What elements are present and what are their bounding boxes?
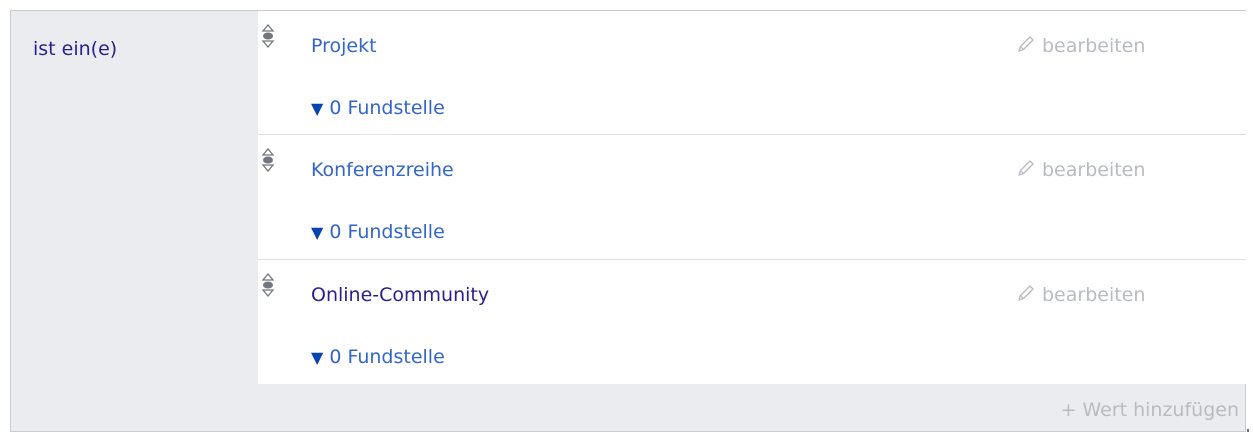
- normal-rank-icon[interactable]: [261, 24, 275, 48]
- statement-group-instance-of: ist ein(e) Projekt bearbeiten ▼ 0 Fundste…: [10, 10, 1246, 432]
- edit-button[interactable]: bearbeiten: [1016, 158, 1145, 182]
- property-label: ist ein(e): [33, 38, 118, 60]
- references-count-label: 0 Fundstelle: [329, 97, 445, 119]
- pencil-icon: [1018, 160, 1034, 176]
- resize-marker: [1247, 429, 1249, 432]
- expand-triangle-icon: ▼: [311, 223, 324, 242]
- edit-button[interactable]: bearbeiten: [1016, 283, 1145, 307]
- expand-triangle-icon: ▼: [311, 99, 324, 118]
- edit-label: bearbeiten: [1042, 159, 1146, 181]
- references-count-label: 0 Fundstelle: [329, 346, 445, 368]
- edit-label: bearbeiten: [1042, 35, 1146, 57]
- references-toggle[interactable]: ▼ 0 Fundstelle: [311, 96, 445, 121]
- statement-value-link[interactable]: Konferenzreihe: [311, 158, 454, 182]
- normal-rank-icon[interactable]: [261, 273, 275, 297]
- edit-button[interactable]: bearbeiten: [1016, 34, 1145, 58]
- expand-triangle-icon: ▼: [311, 348, 324, 367]
- statement-item: Online-Community bearbeiten ▼ 0 Fundstell…: [258, 260, 1246, 384]
- statement-item: Projekt bearbeiten ▼ 0 Fundstelle: [258, 11, 1246, 135]
- references-toggle[interactable]: ▼ 0 Fundstelle: [311, 220, 445, 245]
- edit-label: bearbeiten: [1042, 284, 1146, 306]
- add-value-button[interactable]: + Wert hinzufügen: [1060, 398, 1239, 422]
- references-count-label: 0 Fundstelle: [329, 221, 445, 243]
- statement-item: Konferenzreihe bearbeiten ▼ 0 Fundstelle: [258, 135, 1246, 260]
- statement-value-link[interactable]: Online-Community: [311, 283, 489, 307]
- pencil-icon: [1018, 285, 1034, 301]
- references-toggle[interactable]: ▼ 0 Fundstelle: [311, 345, 445, 370]
- pencil-icon: [1018, 36, 1034, 52]
- statement-list: Projekt bearbeiten ▼ 0 Fundstelle Konfere…: [258, 11, 1246, 384]
- normal-rank-icon[interactable]: [261, 148, 275, 172]
- statement-value-link[interactable]: Projekt: [311, 34, 377, 58]
